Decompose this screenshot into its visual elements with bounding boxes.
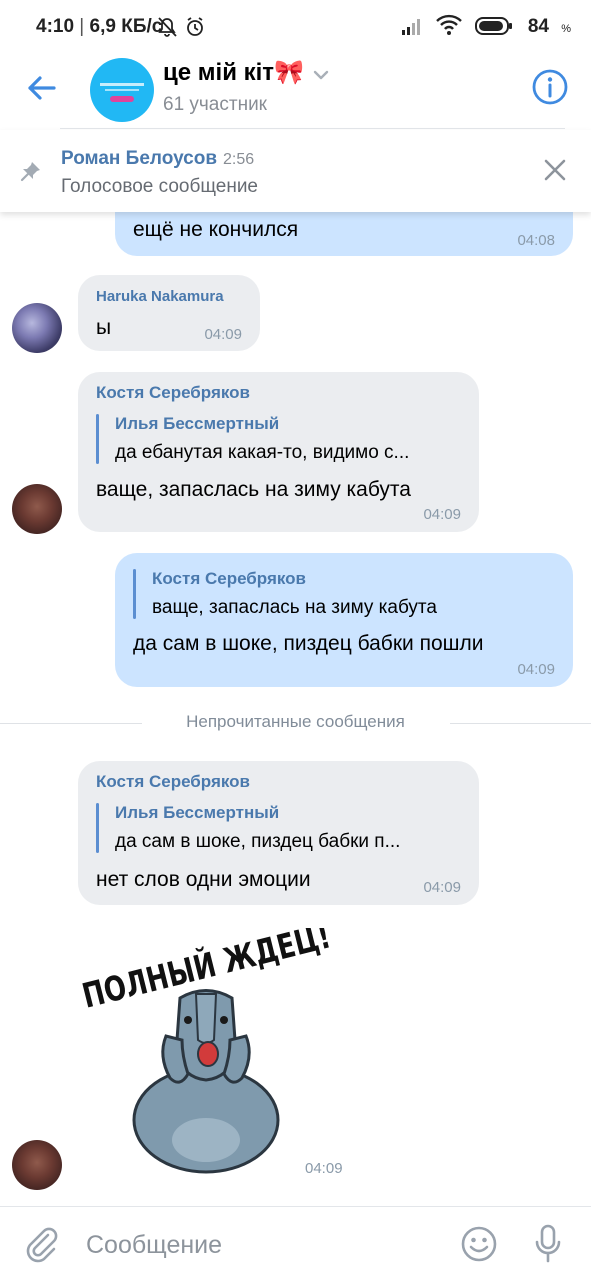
reply-author[interactable]: Костя Серебряков bbox=[152, 569, 306, 589]
close-icon[interactable] bbox=[543, 158, 567, 182]
message-bubble-outgoing[interactable]: Костя Серебряков ваще, запаслась на зиму… bbox=[115, 553, 573, 687]
sticker[interactable]: ПОЛНЫЙ ЖДЕЦ! bbox=[78, 928, 358, 1176]
unread-divider: Непрочитанные сообщения bbox=[0, 710, 591, 736]
message-time: 04:09 bbox=[423, 506, 461, 523]
reply-author[interactable]: Илья Бессмертный bbox=[115, 414, 279, 434]
pin-icon bbox=[20, 162, 40, 182]
chat-member-count: 61 участник bbox=[163, 94, 267, 115]
message-text: ы bbox=[96, 316, 112, 339]
reply-text[interactable]: ваще, запаслась на зиму кабута bbox=[152, 597, 437, 619]
status-left: 4:10 | 6,9 КБ/с bbox=[36, 16, 163, 37]
pinned-message[interactable]: Роман Белоусов 2:56 Голосовое сообщение bbox=[0, 130, 591, 212]
emoji-icon[interactable] bbox=[461, 1226, 497, 1262]
message-time: 04:08 bbox=[517, 232, 555, 249]
back-arrow-icon[interactable] bbox=[24, 70, 60, 106]
reply-bar bbox=[96, 414, 99, 464]
bell-off-icon bbox=[158, 17, 177, 37]
reply-bar bbox=[133, 569, 136, 619]
header-divider bbox=[60, 128, 565, 129]
status-time: 4:10 bbox=[36, 16, 75, 37]
message-text: ваще, запаслась на зиму кабута bbox=[96, 478, 411, 501]
pinned-text: Голосовое сообщение bbox=[61, 176, 258, 197]
message-text: ещё не кончился bbox=[133, 218, 299, 241]
chat-header: це мій кіт🎀 61 участник bbox=[0, 54, 591, 130]
mic-icon[interactable] bbox=[533, 1224, 563, 1264]
info-icon[interactable] bbox=[531, 68, 569, 106]
message-composer bbox=[0, 1206, 591, 1280]
pinned-time: 2:56 bbox=[223, 151, 255, 168]
message-text: да сам в шоке, пиздец бабки пошли bbox=[133, 632, 484, 655]
reply-text[interactable]: да ебанутая какая-то, видимо с... bbox=[115, 442, 409, 464]
message-input[interactable] bbox=[86, 1227, 426, 1263]
message-time: 04:09 bbox=[204, 326, 242, 343]
sticker-creature-icon bbox=[132, 989, 280, 1174]
attach-icon[interactable] bbox=[24, 1225, 60, 1263]
reply-author[interactable]: Илья Бессмертный bbox=[115, 803, 279, 823]
sender-name[interactable]: Костя Серебряков bbox=[96, 772, 250, 792]
message-bubble-incoming[interactable]: Костя Серебряков Илья Бессмертный да еба… bbox=[78, 372, 479, 532]
message-time: 04:09 bbox=[423, 879, 461, 896]
message-bubble-incoming[interactable]: Haruka Nakamura ы 04:09 bbox=[78, 275, 260, 351]
status-speed: 6,9 КБ/с bbox=[89, 16, 163, 37]
notification-icons bbox=[158, 17, 203, 37]
avatar[interactable] bbox=[12, 1140, 62, 1190]
avatar[interactable] bbox=[12, 303, 62, 353]
chat-avatar[interactable] bbox=[90, 58, 154, 122]
chat-title[interactable]: це мій кіт🎀 bbox=[163, 58, 304, 87]
reply-bar bbox=[96, 803, 99, 853]
status-bar: 4:10 | 6,9 КБ/с 84 % bbox=[0, 0, 591, 54]
chevron-down-icon[interactable] bbox=[312, 68, 330, 82]
alarm-icon bbox=[187, 17, 203, 36]
avatar[interactable] bbox=[12, 484, 62, 534]
sender-name[interactable]: Костя Серебряков bbox=[96, 383, 250, 403]
message-time: 04:09 bbox=[517, 661, 555, 678]
battery-icon bbox=[475, 17, 512, 35]
battery-unit: % bbox=[561, 23, 571, 35]
pinned-author: Роман Белоусов 2:56 bbox=[61, 148, 254, 170]
message-time: 04:09 bbox=[305, 1160, 343, 1177]
pinned-author-name: Роман Белоусов bbox=[61, 148, 218, 169]
message-bubble-incoming[interactable]: Костя Серебряков Илья Бессмертный да сам… bbox=[78, 761, 479, 905]
battery-level: 84 bbox=[527, 16, 549, 37]
unread-label: Непрочитанные сообщения bbox=[186, 712, 405, 731]
signal-icon bbox=[402, 19, 420, 35]
status-right: 84 % bbox=[401, 14, 571, 38]
message-text: нет слов одни эмоции bbox=[96, 868, 311, 891]
reply-text[interactable]: да сам в шоке, пиздец бабки п... bbox=[115, 831, 400, 853]
sender-name[interactable]: Haruka Nakamura bbox=[96, 288, 224, 305]
wifi-icon bbox=[436, 14, 462, 35]
